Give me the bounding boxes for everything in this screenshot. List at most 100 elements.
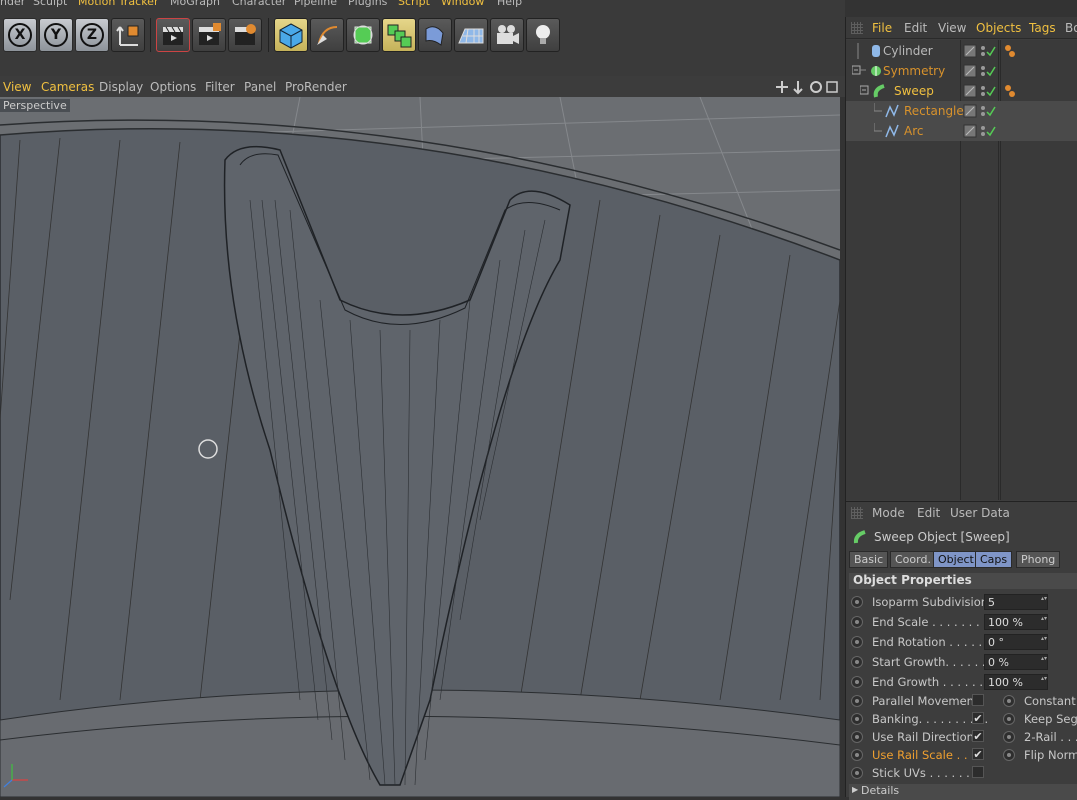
visibility-toggles[interactable] xyxy=(962,123,1002,139)
menu-item[interactable]: Motion Tracker xyxy=(78,0,158,8)
coordinate-system-icon xyxy=(116,25,139,46)
use-rail-scale-checkbox[interactable]: ✔ xyxy=(972,748,984,760)
menu-item[interactable]: Character xyxy=(232,0,286,8)
deformer-button[interactable] xyxy=(418,18,452,52)
camera-button[interactable] xyxy=(490,18,524,52)
object-row-rectangle[interactable]: Rectangle xyxy=(846,101,1077,121)
animation-radio-icon[interactable] xyxy=(851,636,863,648)
om-menu-bookmarks[interactable]: Bo xyxy=(1065,21,1077,35)
render-picture-viewer-button[interactable] xyxy=(192,18,226,52)
object-row-symmetry[interactable]: Symmetry xyxy=(846,61,1077,81)
object-row-cylinder[interactable]: Cylinder xyxy=(846,41,1077,61)
cube-primitive-button[interactable] xyxy=(274,18,308,52)
object-row-sweep[interactable]: Sweep xyxy=(846,81,1077,101)
subdivision-surface-button[interactable] xyxy=(346,18,380,52)
tab-phong[interactable]: Phong xyxy=(1016,551,1061,568)
viewport-menu-display[interactable]: Display xyxy=(99,80,143,94)
animation-radio-icon[interactable] xyxy=(851,749,863,761)
object-list[interactable]: Cylinder Symmetry Sweep Rectangle Arc xyxy=(846,40,1077,500)
animation-radio-icon[interactable] xyxy=(851,713,863,725)
stick-uvs-checkbox[interactable] xyxy=(972,766,984,778)
viewport-menu-filter[interactable]: Filter xyxy=(205,80,235,94)
animation-radio-icon[interactable] xyxy=(1003,695,1015,707)
use-rail-direction-checkbox[interactable]: ✔ xyxy=(972,730,984,742)
visibility-toggles[interactable] xyxy=(962,63,1002,79)
animation-radio-icon[interactable] xyxy=(851,767,863,779)
array-generator-button[interactable] xyxy=(382,18,416,52)
attr-menu-user-data[interactable]: User Data xyxy=(950,506,1010,520)
visibility-toggles[interactable] xyxy=(962,103,1002,119)
viewport-menu-options[interactable]: Options xyxy=(150,80,196,94)
sweep-icon xyxy=(860,84,885,98)
attr-menu-edit[interactable]: Edit xyxy=(917,506,940,520)
viewport-menubar: View Cameras Display Options Filter Pane… xyxy=(0,76,845,97)
panel-grip-icon[interactable] xyxy=(851,22,863,34)
z-axis-lock-button[interactable]: Z xyxy=(75,18,109,52)
parallel-movement-row: Parallel Movement Constant C xyxy=(846,692,1077,711)
animation-radio-icon[interactable] xyxy=(1003,713,1015,725)
end-scale-field[interactable]: 100 % xyxy=(984,614,1048,630)
isoparm-subdivision-field[interactable]: 5 xyxy=(984,594,1048,610)
om-menu-tags[interactable]: Tags xyxy=(1029,21,1056,35)
menu-item[interactable]: MoGraph xyxy=(170,0,220,8)
menu-item[interactable]: Help xyxy=(497,0,522,8)
viewport-menu-prorender[interactable]: ProRender xyxy=(285,80,347,94)
isoparm-subdivision-row: Isoparm Subdivision 5 xyxy=(846,593,1077,612)
visibility-toggles[interactable] xyxy=(962,83,1022,99)
menu-item[interactable]: Window xyxy=(441,0,484,8)
right-panel: File Edit View Objects Tags Bo Cylinder … xyxy=(845,17,1077,800)
render-settings-button[interactable] xyxy=(228,18,262,52)
animation-radio-icon[interactable] xyxy=(851,596,863,608)
tab-object[interactable]: Object xyxy=(933,551,979,568)
object-row-arc[interactable]: Arc xyxy=(846,121,1077,141)
tab-basic[interactable]: Basic xyxy=(849,551,889,568)
end-rotation-field[interactable]: 0 ° xyxy=(984,634,1048,650)
om-menu-view[interactable]: View xyxy=(938,21,966,35)
menu-item[interactable]: Pipeline xyxy=(294,0,337,8)
viewport-scene xyxy=(0,97,840,797)
viewport-menu-cameras[interactable]: Cameras xyxy=(41,80,94,94)
start-growth-field[interactable]: 0 % xyxy=(984,654,1048,670)
menu-item[interactable]: Plugins xyxy=(348,0,387,8)
animation-radio-icon[interactable] xyxy=(851,731,863,743)
om-menu-edit[interactable]: Edit xyxy=(904,21,927,35)
y-axis-lock-button[interactable]: Y xyxy=(39,18,73,52)
use-rail-direction-row: Use Rail Direction ✔ 2-Rail . . . xyxy=(846,728,1077,747)
x-axis-lock-button[interactable]: X xyxy=(3,18,37,52)
menu-item[interactable]: nder xyxy=(0,0,25,8)
animation-radio-icon[interactable] xyxy=(851,616,863,628)
animation-radio-icon[interactable] xyxy=(851,676,863,688)
banking-checkbox[interactable]: ✔ xyxy=(972,712,984,724)
animation-radio-icon[interactable] xyxy=(851,656,863,668)
start-growth-row: Start Growth. . . . . . . 0 % xyxy=(846,653,1077,672)
viewport-nav-icons[interactable] xyxy=(774,79,840,95)
array-icon xyxy=(387,24,412,48)
render-view-button[interactable] xyxy=(156,18,190,52)
details-expander[interactable]: ▶ Details xyxy=(849,784,1077,800)
visibility-toggles[interactable] xyxy=(962,43,1022,59)
end-growth-field[interactable]: 100 % xyxy=(984,674,1048,690)
viewport-menu-view[interactable]: View xyxy=(3,80,31,94)
end-scale-row: End Scale . . . . . . . . . 100 % xyxy=(846,613,1077,632)
coordinate-system-button[interactable] xyxy=(111,18,145,52)
tab-caps[interactable]: Caps xyxy=(975,551,1013,568)
parallel-movement-checkbox[interactable] xyxy=(972,694,984,706)
attr-menu-mode[interactable]: Mode xyxy=(872,506,905,520)
floor-button[interactable] xyxy=(454,18,488,52)
animation-radio-icon[interactable] xyxy=(851,695,863,707)
spline-icon xyxy=(874,123,899,138)
spline-icon xyxy=(874,103,899,118)
tab-coord[interactable]: Coord. xyxy=(890,551,936,568)
pen-spline-button[interactable] xyxy=(310,18,344,52)
animation-radio-icon[interactable] xyxy=(1003,731,1015,743)
object-title: Sweep Object [Sweep] xyxy=(874,530,1010,544)
menu-item[interactable]: Script xyxy=(398,0,430,8)
3d-viewport[interactable]: Perspective xyxy=(0,97,840,797)
om-menu-objects[interactable]: Objects xyxy=(976,21,1021,35)
panel-grip-icon[interactable] xyxy=(851,507,863,519)
om-menu-file[interactable]: File xyxy=(872,21,892,35)
menu-item[interactable]: Sculpt xyxy=(33,0,67,8)
viewport-menu-panel[interactable]: Panel xyxy=(244,80,276,94)
light-button[interactable] xyxy=(526,18,560,52)
animation-radio-icon[interactable] xyxy=(1003,749,1015,761)
